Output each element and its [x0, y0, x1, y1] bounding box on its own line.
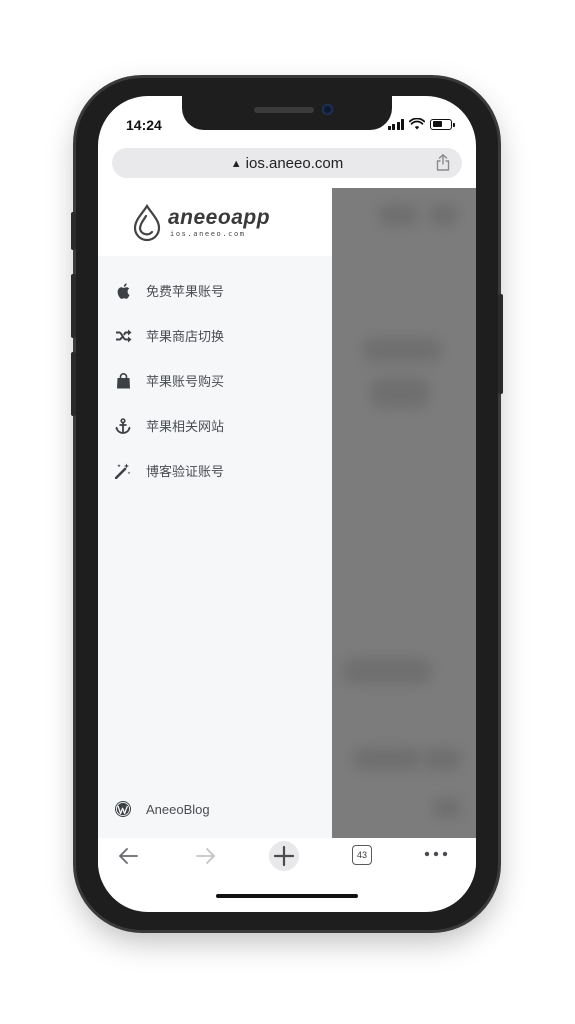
mute-switch [71, 212, 76, 250]
magic-wand-icon [114, 462, 132, 480]
url-display[interactable]: ▲ ios.aneeo.com [112, 155, 462, 172]
shopping-bag-icon [114, 372, 132, 390]
anchor-icon [114, 417, 132, 435]
front-camera [322, 104, 333, 115]
plus-icon[interactable] [268, 840, 300, 872]
menu-item-blog-verify[interactable]: 博客验证账号 [98, 448, 332, 493]
menu-item-label: 博客验证账号 [146, 464, 225, 479]
more-dots-icon[interactable] [424, 850, 448, 858]
menu-item-store-switch[interactable]: 苹果商店切换 [98, 313, 332, 358]
menu-item-related-sites[interactable]: 苹果相关网站 [98, 403, 332, 448]
share-icon[interactable] [436, 154, 450, 171]
dimmed-page-overlay[interactable] [332, 188, 476, 838]
url-text: ios.aneeo.com [245, 155, 344, 172]
blog-link[interactable]: AneeoBlog [114, 800, 210, 818]
menu-item-label: 免费苹果账号 [146, 284, 225, 299]
battery-icon [430, 118, 455, 130]
power-button [498, 294, 503, 394]
phone-frame: 14:24 ▲ ios.aneeo.com aneeoapp ios.aneeo… [71, 78, 503, 930]
volume-up-button [71, 274, 76, 338]
phone-screen: 14:24 ▲ ios.aneeo.com aneeoapp ios.aneeo… [98, 96, 476, 912]
logo-subtitle: ios.aneeo.com [170, 230, 246, 238]
volume-down-button [71, 352, 76, 416]
tab-count-button[interactable]: 43 [352, 845, 372, 865]
menu-item-free-account[interactable]: 免费苹果账号 [98, 268, 332, 313]
tab-count: 43 [356, 850, 367, 860]
blog-link-label: AneeoBlog [146, 801, 210, 817]
menu-item-label: 苹果商店切换 [146, 329, 225, 344]
notch [182, 96, 392, 130]
side-drawer: aneeoapp ios.aneeo.com 免费苹果账号 苹果商店切换 苹果账… [98, 188, 332, 838]
logo-header[interactable]: aneeoapp ios.aneeo.com [98, 188, 332, 256]
menu-item-label: 苹果账号购买 [146, 374, 225, 389]
page-content: aneeoapp ios.aneeo.com 免费苹果账号 苹果商店切换 苹果账… [98, 188, 476, 838]
cellular-signal-icon [387, 118, 404, 130]
logo-text: aneeoapp [168, 206, 271, 229]
shuffle-icon [114, 327, 132, 345]
warning-triangle-icon: ▲ [230, 158, 242, 170]
wifi-icon [409, 118, 425, 130]
home-indicator[interactable] [216, 894, 358, 898]
wordpress-icon [115, 801, 131, 817]
arrow-left-icon[interactable] [116, 844, 140, 868]
browser-toolbar: 43 [98, 838, 476, 880]
speaker [254, 107, 314, 113]
apple-icon [114, 282, 132, 300]
arrow-right-icon[interactable] [194, 844, 218, 868]
status-time: 14:24 [126, 117, 162, 133]
nav-menu: 免费苹果账号 苹果商店切换 苹果账号购买 苹果相关网站 博客验证账号 [98, 268, 332, 493]
address-bar[interactable]: ▲ ios.aneeo.com [112, 148, 462, 178]
logo-drop-icon [133, 204, 161, 242]
menu-item-label: 苹果相关网站 [146, 419, 225, 434]
status-icons [387, 118, 455, 130]
menu-item-buy-account[interactable]: 苹果账号购买 [98, 358, 332, 403]
